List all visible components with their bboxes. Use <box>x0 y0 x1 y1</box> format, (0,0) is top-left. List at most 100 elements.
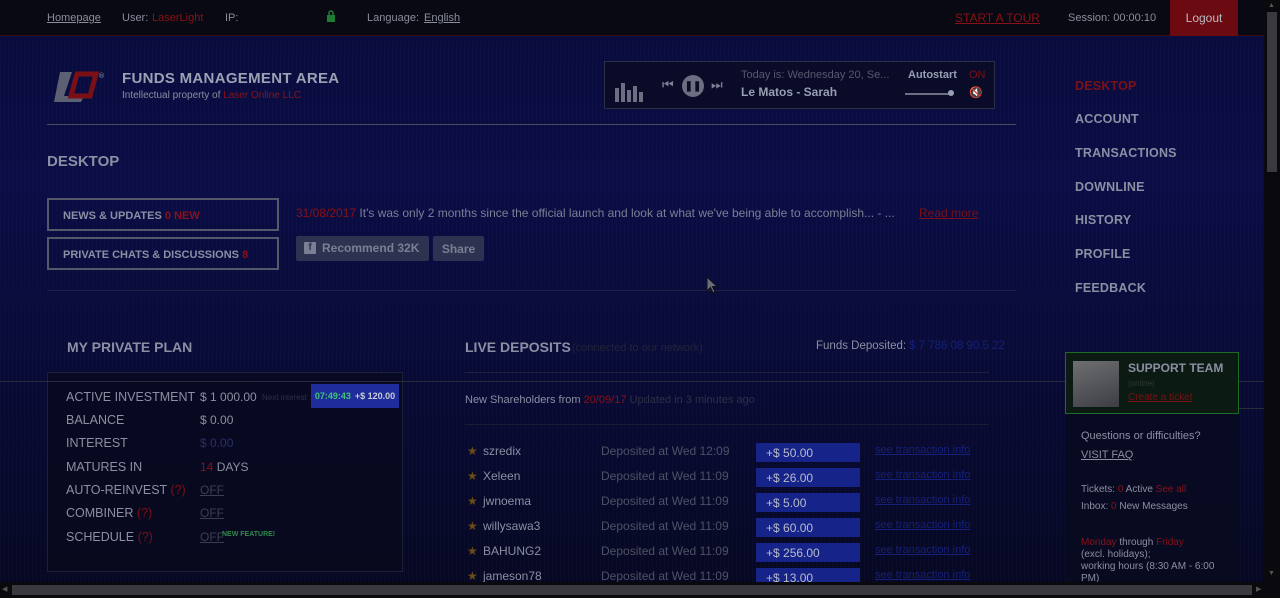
inbox-line: Inbox: 0 New Messages <box>1081 501 1188 512</box>
deposit-row: ★ Xeleen Deposited at Wed 11:09 +$ 26.00… <box>467 468 971 487</box>
plan-label-auto-reinvest: AUTO-REINVEST (?) <box>66 483 186 497</box>
help-icon[interactable]: (?) <box>170 483 185 497</box>
nav-transactions[interactable]: TRANSACTIONS <box>1075 146 1177 160</box>
plan-value-interest: $ 0.00 <box>200 436 234 450</box>
working-hours-line-3: working hours (8:30 AM - 6:00 <box>1081 561 1215 572</box>
deposits-divider <box>465 372 989 373</box>
avatar <box>1073 361 1119 407</box>
see-all-link[interactable]: See all <box>1156 484 1187 495</box>
plan-value-active-investment: $ 1 000.00 <box>200 390 257 404</box>
next-interest-label: Next interest <box>262 393 307 402</box>
pause-button[interactable]: ❚❚ <box>682 75 704 97</box>
transaction-info-link[interactable]: see transaction info <box>875 569 970 581</box>
equalizer-icon <box>615 83 643 102</box>
deposits-divider-2 <box>465 424 989 425</box>
horizontal-scroll-thumb[interactable] <box>12 585 1252 595</box>
facebook-icon: f <box>304 242 316 254</box>
scroll-up-icon[interactable]: ▲ <box>1268 2 1275 9</box>
deposit-row: ★ BAHUNG2 Deposited at Wed 11:09 +$ 256.… <box>467 543 971 562</box>
volume-slider[interactable] <box>905 93 951 95</box>
scroll-left-icon[interactable]: ◀ <box>2 585 7 593</box>
combiner-toggle[interactable]: OFF <box>200 506 224 520</box>
share-button[interactable]: Share <box>433 236 484 261</box>
working-hours-line-1: Monday through Friday <box>1081 537 1184 548</box>
homepage-link[interactable]: Homepage <box>47 12 101 24</box>
user-name[interactable]: LaserLight <box>152 12 203 24</box>
star-icon: ★ <box>467 569 478 582</box>
logout-button[interactable]: Logout <box>1170 0 1238 36</box>
transaction-info-link[interactable]: see transaction info <box>875 519 970 531</box>
nav-history[interactable]: HISTORY <box>1075 213 1131 227</box>
language-label: Language: <box>367 12 419 24</box>
svg-text:®: ® <box>98 72 105 80</box>
live-deposits-subtitle: (connected to our network) <box>572 342 703 354</box>
plan-label-active-investment: ACTIVE INVESTMENT <box>66 390 196 404</box>
nav-profile[interactable]: PROFILE <box>1075 247 1131 261</box>
language-select[interactable]: English <box>424 12 460 24</box>
scroll-down-icon[interactable]: ▼ <box>1268 570 1275 577</box>
next-icon[interactable]: ⏭ <box>711 77 723 93</box>
nav-desktop[interactable]: DESKTOP <box>1075 79 1137 93</box>
header-divider <box>47 124 1016 125</box>
nav-downline[interactable]: DOWNLINE <box>1075 180 1145 194</box>
plan-label-interest: INTEREST <box>66 436 128 450</box>
plan-label-schedule: SCHEDULE (?) <box>66 530 153 544</box>
logo-icon: ® <box>54 71 105 102</box>
star-icon: ★ <box>467 519 478 533</box>
pause-icon: ❚❚ <box>684 80 702 92</box>
nav-feedback[interactable]: FEEDBACK <box>1075 281 1146 295</box>
music-player: ⏮ ❚❚ ⏭ Today is: Wednesday 20, Se... Le … <box>604 61 995 109</box>
plan-title: MY PRIVATE PLAN <box>67 339 193 355</box>
recommend-button[interactable]: f Recommend 32K <box>296 236 429 261</box>
nav-account[interactable]: ACCOUNT <box>1075 112 1139 126</box>
interest-amount: +$ 120.00 <box>354 391 396 401</box>
news-updates-button[interactable]: NEWS & UPDATES 0 NEW <box>47 198 279 231</box>
news-date: 31/08/2017 <box>296 206 357 220</box>
vertical-scroll-thumb[interactable] <box>1267 12 1277 172</box>
horizontal-scrollbar[interactable]: ◀ ▶ <box>0 582 1280 598</box>
section-divider <box>47 290 1016 291</box>
help-icon[interactable]: (?) <box>138 530 153 544</box>
transaction-info-link[interactable]: see transaction info <box>875 444 970 456</box>
support-team-card: SUPPORT TEAM (online) Create a ticket <box>1065 352 1239 414</box>
start-tour-link[interactable]: START A TOUR <box>955 11 1040 25</box>
mute-icon[interactable]: 🔇 <box>969 86 983 99</box>
tickets-line: Tickets: 0 Active See all <box>1081 484 1187 495</box>
create-ticket-link[interactable]: Create a ticket <box>1128 392 1192 403</box>
star-icon: ★ <box>467 544 478 558</box>
transaction-info-link[interactable]: see transaction info <box>875 469 970 481</box>
today-date: Today is: Wednesday 20, Se... <box>741 69 890 81</box>
brand-subtitle: Intellectual property of Laser Online LL… <box>122 90 301 101</box>
plan-value-matures: 14 DAYS <box>200 460 249 474</box>
interest-timer: 07:49:43 <box>314 391 351 401</box>
help-icon[interactable]: (?) <box>137 506 152 520</box>
star-icon: ★ <box>467 494 478 508</box>
session-timer: Session: 00:00:10 <box>1068 12 1157 24</box>
news-excerpt: It's was only 2 months since the officia… <box>359 206 895 220</box>
volume-knob[interactable] <box>948 90 954 96</box>
plan-label-combiner: COMBINER (?) <box>66 506 153 520</box>
funds-deposited-value: $ 7 786 08 90.5 22 <box>909 340 1005 352</box>
questions-text: Questions or difficulties? <box>1081 430 1201 442</box>
transaction-info-link[interactable]: see transaction info <box>875 494 970 506</box>
schedule-toggle[interactable]: OFF <box>200 530 224 544</box>
scroll-right-icon[interactable]: ▶ <box>1256 585 1261 593</box>
auto-reinvest-toggle[interactable]: OFF <box>200 483 224 497</box>
vertical-scrollbar[interactable]: ▲ ▼ <box>1264 0 1280 582</box>
mouse-cursor-icon <box>706 276 718 294</box>
read-more-link[interactable]: Read more <box>919 206 978 220</box>
plan-value-balance: $ 0.00 <box>200 413 234 427</box>
star-icon: ★ <box>467 469 478 483</box>
autostart-toggle[interactable]: ON <box>969 69 986 81</box>
private-chats-button[interactable]: PRIVATE CHATS & DISCUSSIONS 8 <box>47 237 279 270</box>
page-title: DESKTOP <box>47 153 120 170</box>
deposit-row: ★ willysawa3 Deposited at Wed 11:09 +$ 6… <box>467 518 971 537</box>
visit-faq-link[interactable]: VISIT FAQ <box>1081 449 1133 461</box>
interest-timer-badge: 07:49:43 +$ 120.00 <box>311 384 399 408</box>
brand-title: FUNDS MANAGEMENT AREA <box>122 70 340 87</box>
transaction-info-link[interactable]: see transaction info <box>875 544 970 556</box>
top-bar: Homepage User: LaserLight IP: Language: … <box>0 0 1264 36</box>
previous-icon[interactable]: ⏮ <box>662 77 674 93</box>
new-shareholders-line: New Shareholders from 20/09/17 Updated i… <box>465 394 755 406</box>
deposit-row: ★ szredix Deposited at Wed 12:09 +$ 50.0… <box>467 443 971 462</box>
